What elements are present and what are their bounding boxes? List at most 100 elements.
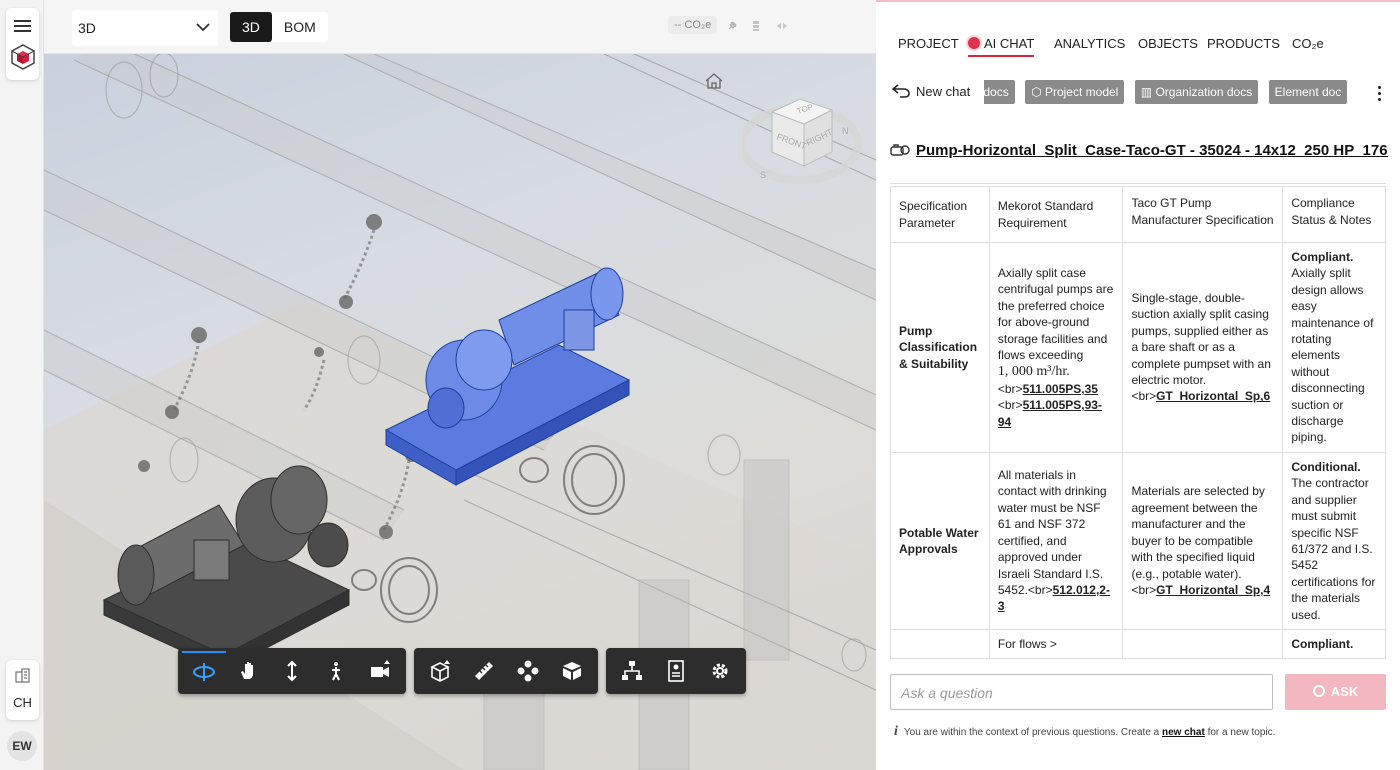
chip-project-docs[interactable]: ect docs — [984, 80, 1015, 104]
walk-tool[interactable] — [314, 651, 358, 691]
compliance-table-scroll[interactable]: Specification Parameter Mekorot Standard… — [890, 186, 1386, 668]
row-requirement: Axially split case centrifugal pumps are… — [988, 242, 1124, 453]
chat-toolbar: New chat ect docs ⬡ Project model ▥ Orga… — [890, 80, 1390, 108]
reference-link[interactable]: 511.005PS,35 — [1023, 382, 1098, 396]
ask-button-label: ASK — [1330, 684, 1359, 699]
person-icon — [332, 662, 340, 681]
stack-icon[interactable] — [750, 20, 762, 32]
tab-analytics[interactable]: ANALYTICS — [1054, 36, 1125, 51]
status-label: Compliant. — [1282, 628, 1386, 660]
hierarchy-icon — [622, 661, 642, 680]
side-panel: PROJECT AI CHAT ANALYTICS OBJECTS PRODUC… — [876, 0, 1400, 770]
element-title: Pump-Horizontal_Split_Case-Taco-GT - 350… — [890, 142, 1388, 159]
model-tool[interactable] — [550, 651, 594, 691]
ruler-icon — [475, 662, 493, 680]
row-manufacturer-spec — [1122, 628, 1284, 660]
pump-icon — [890, 144, 910, 156]
chip-project-model-label: Project model — [1044, 85, 1119, 99]
cube-outline-icon: ⬡ — [1031, 85, 1045, 99]
viewer-top-bar: 3D 3D BOM -- CO₂e — [44, 0, 876, 54]
chip-organization-docs[interactable]: ▥ Organization docs — [1134, 80, 1259, 104]
navigation-toolbar — [178, 648, 406, 694]
zoom-tool[interactable] — [270, 651, 314, 691]
br-text: <br> — [997, 398, 1023, 413]
table-row: For flows > Compliant. — [890, 628, 1386, 660]
row-spec-text: Single-stage, double-suction axially spl… — [1131, 291, 1271, 404]
tab-ai-chat-label: AI CHAT — [984, 36, 1035, 51]
tab-project[interactable]: PROJECT — [898, 36, 959, 51]
tab-products[interactable]: PRODUCTS — [1207, 36, 1280, 51]
home-icon[interactable] — [704, 72, 724, 90]
table-header-row: Specification Parameter Mekorot Standard… — [890, 186, 1386, 243]
orbit-icon — [193, 663, 215, 681]
more-options-icon[interactable] — [1378, 86, 1382, 102]
reference-link[interactable]: GT_Horizontal_Sp,6 — [1156, 389, 1270, 403]
compliance-table: Specification Parameter Mekorot Standard… — [890, 186, 1386, 660]
mode-bom-button[interactable]: BOM — [272, 12, 328, 42]
share-icon[interactable] — [776, 20, 788, 32]
row-compliance: Compliant. Axially split design allows ea… — [1282, 242, 1386, 453]
app-logo-icon[interactable] — [11, 44, 35, 70]
header-compliance: Compliance Status & Notes — [1282, 186, 1386, 243]
cube-icon — [563, 662, 581, 680]
camera-tool[interactable] — [358, 651, 402, 691]
structure-tool[interactable] — [610, 651, 654, 691]
mode-3d-button[interactable]: 3D — [230, 12, 272, 42]
view-select[interactable]: 3D — [72, 10, 218, 46]
project-code-label: CH — [13, 695, 32, 710]
view-cube[interactable]: TOP FRONT RIGHT N S — [742, 94, 862, 186]
measure-toolbar — [414, 648, 598, 694]
row-parameter: Potable Water Approvals — [890, 451, 990, 630]
context-hint: i You are within the context of previous … — [894, 724, 1275, 740]
left-rail: CH EW — [0, 0, 44, 770]
chip-project-model[interactable]: ⬡ Project model — [1025, 80, 1125, 104]
row-requirement: For flows > — [988, 628, 1124, 660]
panel-tabs: PROJECT AI CHAT ANALYTICS OBJECTS PRODUC… — [876, 32, 1400, 62]
spinner-icon — [1312, 685, 1325, 697]
settings-toolbar — [606, 648, 746, 694]
properties-tool[interactable] — [654, 651, 698, 691]
pin-icon[interactable] — [726, 20, 738, 32]
ask-input[interactable]: Ask a question — [890, 674, 1273, 710]
buildings-icon: ▥ — [1140, 85, 1156, 99]
reference-link[interactable]: GT_Horizontal_Sp,4 — [1156, 583, 1270, 597]
view-mode-toggle: 3D BOM — [230, 12, 328, 42]
explode-tool[interactable] — [506, 651, 550, 691]
avatar[interactable]: EW — [7, 731, 37, 761]
back-arrow-icon — [891, 84, 910, 98]
tab-objects[interactable]: OBJECTS — [1138, 36, 1198, 51]
co2-badge[interactable]: -- CO₂e — [668, 16, 718, 34]
model-viewport[interactable]: 3D 3D BOM -- CO₂e TOP FRONT RIGHT N S — [44, 0, 876, 770]
orbit-tool[interactable] — [182, 651, 226, 691]
vertical-arrows-icon — [287, 660, 297, 682]
pan-tool[interactable] — [226, 651, 270, 691]
info-icon: i — [894, 724, 898, 739]
row-requirement: All materials in contact with drinking w… — [988, 451, 1124, 630]
menu-icon[interactable] — [14, 20, 31, 32]
measure-tool[interactable] — [462, 651, 506, 691]
chip-element-docs[interactable]: Element doc — [1268, 80, 1348, 104]
hint-text-post: for a new topic. — [1207, 727, 1276, 738]
rail-bottom-card[interactable]: CH — [6, 660, 39, 720]
header-requirement: Mekorot Standard Requirement — [988, 186, 1124, 243]
row-requirement-math: 1, 000 m³/hr. — [997, 364, 1070, 380]
section-tool[interactable] — [418, 651, 462, 691]
compass-n-label: N — [842, 126, 849, 136]
status-label: Compliant. — [1291, 250, 1354, 264]
element-link[interactable]: Pump-Horizontal_Split_Case-Taco-GT - 350… — [916, 142, 1388, 159]
hint-text-pre: You are within the context of previous q… — [903, 727, 1160, 738]
settings-tool[interactable] — [698, 651, 742, 691]
row-compliance: Conditional. The contractor and supplier … — [1282, 451, 1386, 630]
new-chat-button[interactable]: New chat — [891, 84, 970, 99]
new-chat-link[interactable]: new chat — [1162, 727, 1205, 738]
rail-top-card — [6, 8, 39, 80]
br-text: <br> — [997, 381, 1023, 396]
row-manufacturer-spec: Materials are selected by agreement betw… — [1122, 451, 1284, 630]
table-row: Potable Water Approvals All materials in… — [890, 451, 1386, 630]
tab-co2e[interactable]: CO₂e — [1292, 36, 1324, 51]
row-manufacturer-spec: Single-stage, double-suction axially spl… — [1122, 242, 1284, 453]
ask-button[interactable]: ASK — [1285, 674, 1386, 710]
tab-ai-chat[interactable]: AI CHAT — [968, 36, 1035, 57]
building-icon — [15, 668, 30, 683]
view-select-value: 3D — [78, 20, 96, 36]
